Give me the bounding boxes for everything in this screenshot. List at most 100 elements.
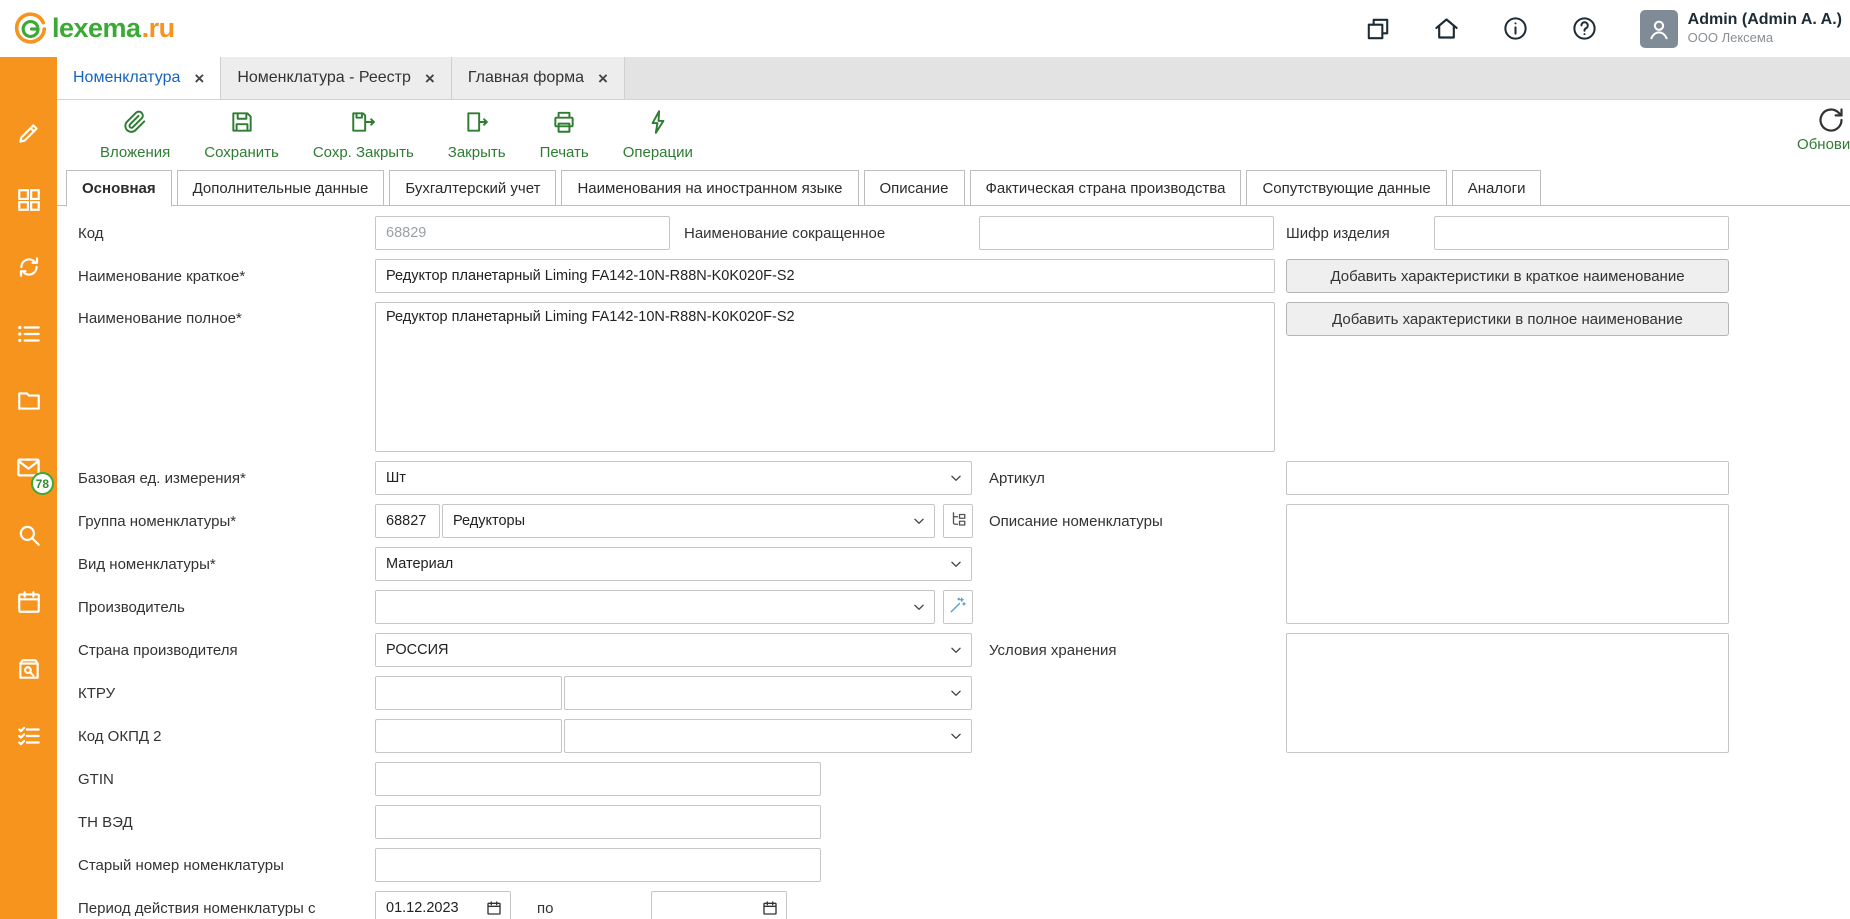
code-input[interactable]	[375, 216, 670, 250]
kind-value: Материал	[386, 556, 453, 572]
period-to-date-input[interactable]	[651, 891, 787, 919]
list-icon[interactable]	[0, 300, 57, 367]
period-from-label: Период действия номенклатуры с	[78, 900, 375, 917]
subtab-dopolnitelnye-dannye[interactable]: Дополнительные данные	[177, 170, 385, 206]
gtin-input[interactable]	[375, 762, 821, 796]
subtab-fakticheskaya-strana[interactable]: Фактическая страна производства	[970, 170, 1242, 206]
operations-button[interactable]: Операции	[606, 109, 710, 161]
okpd2-code-input[interactable]	[375, 719, 562, 753]
chevron-down-icon	[949, 557, 963, 571]
calendar-icon	[762, 900, 778, 916]
period-from-value: 01.12.2023	[386, 900, 459, 916]
old-number-input[interactable]	[375, 848, 821, 882]
close-button[interactable]: Закрыть	[431, 109, 523, 161]
manufacturer-select[interactable]	[375, 590, 935, 624]
full-name-textarea[interactable]: Редуктор планетарный Liming FA142-10N-R8…	[375, 302, 1275, 452]
mail-icon[interactable]: 78	[0, 434, 57, 501]
form-row: ТН ВЭД	[78, 805, 1850, 839]
refresh-icon	[1817, 106, 1845, 134]
code-label: Код	[78, 225, 375, 242]
audit-icon[interactable]	[0, 635, 57, 702]
tnved-input[interactable]	[375, 805, 821, 839]
description-textarea[interactable]	[1286, 504, 1729, 624]
add-characteristics-full-button[interactable]: Добавить характеристики в полное наимено…	[1286, 302, 1729, 336]
tab-label: Номенклатура - Реестр	[237, 69, 411, 87]
close-icon[interactable]: ×	[598, 70, 608, 87]
tab-nomenklatura-reestr[interactable]: Номенклатура - Реестр ×	[221, 57, 452, 99]
subtab-soputstvuyushchie-dannye[interactable]: Сопутствующие данные	[1246, 170, 1446, 206]
country-select[interactable]: РОССИЯ	[375, 633, 972, 667]
subtab-buhgalterskiy-uchet[interactable]: Бухгалтерский учет	[389, 170, 556, 206]
base-unit-value: Шт	[386, 470, 406, 486]
gtin-label: GTIN	[78, 771, 375, 788]
edit-icon[interactable]	[0, 99, 57, 166]
group-label: Группа номенклатуры*	[78, 513, 375, 530]
okpd2-select[interactable]	[564, 719, 972, 753]
add-characteristics-short-button[interactable]: Добавить характеристики в краткое наимен…	[1286, 259, 1729, 293]
subtab-osnovnaya[interactable]: Основная	[66, 170, 172, 207]
short-alt-name-input[interactable]	[979, 216, 1274, 250]
save-close-button[interactable]: Сохр. Закрыть	[296, 109, 431, 161]
print-label: Печать	[540, 144, 589, 161]
tab-glavnaya-forma[interactable]: Главная форма ×	[452, 57, 625, 99]
manufacturer-wizard-button[interactable]	[943, 590, 973, 624]
refresh-button[interactable]: Обновить	[1771, 106, 1850, 153]
user-menu[interactable]: Admin (Admin A. A.) ООО Лексема	[1640, 10, 1842, 48]
article-input[interactable]	[1286, 461, 1729, 495]
lexema-logo[interactable]: lexema .ru	[14, 12, 175, 46]
cipher-input[interactable]	[1434, 216, 1729, 250]
close-icon[interactable]: ×	[194, 70, 204, 87]
calendar-icon[interactable]	[0, 568, 57, 635]
app-window: lexema .ru	[0, 0, 1850, 919]
print-button[interactable]: Печать	[523, 109, 606, 161]
tab-label: Главная форма	[468, 69, 584, 87]
main-area: Номенклатура × Номенклатура - Реестр × Г…	[57, 57, 1850, 919]
group-code-input[interactable]	[375, 504, 440, 538]
subtab-opisanie[interactable]: Описание	[864, 170, 965, 206]
lightning-icon	[645, 109, 671, 140]
tab-nomenklatura[interactable]: Номенклатура ×	[57, 57, 221, 99]
group-select[interactable]: Редукторы	[442, 504, 935, 538]
top-bar: lexema .ru	[0, 0, 1850, 57]
kind-select[interactable]: Материал	[375, 547, 972, 581]
short-name-input[interactable]	[375, 259, 1275, 293]
logo-text: lexema	[52, 13, 141, 44]
short-alt-name-label: Наименование сокращенное	[684, 216, 885, 250]
okpd2-label: Код ОКПД 2	[78, 728, 375, 745]
tab-label: Номенклатура	[73, 69, 180, 87]
full-name-label: Наименование полное*	[78, 302, 375, 327]
top-bar-actions: Admin (Admin A. A.) ООО Лексема	[1365, 10, 1842, 48]
attachments-button[interactable]: Вложения	[83, 109, 187, 161]
group-tree-button[interactable]	[943, 504, 973, 538]
modules-icon[interactable]	[0, 166, 57, 233]
ktru-code-input[interactable]	[375, 676, 562, 710]
save-button[interactable]: Сохранить	[187, 109, 296, 161]
storage-label: Условия хранения	[989, 633, 1117, 667]
base-unit-select[interactable]: Шт	[375, 461, 972, 495]
period-from-date-input[interactable]: 01.12.2023	[375, 891, 511, 919]
close-icon[interactable]: ×	[425, 70, 435, 87]
help-icon[interactable]	[1571, 15, 1598, 42]
sync-icon[interactable]	[0, 233, 57, 300]
home-icon[interactable]	[1433, 15, 1460, 42]
storage-textarea[interactable]	[1286, 633, 1729, 753]
nomenclature-form: Код Наименование краткое* Наименование п…	[57, 206, 1850, 910]
refresh-label: Обновить	[1797, 136, 1850, 153]
search-icon[interactable]	[0, 501, 57, 568]
country-value: РОССИЯ	[386, 642, 448, 658]
toolbar: Вложения Сохранить Сохр. Закрыть	[57, 100, 1850, 170]
document-tabs: Номенклатура × Номенклатура - Реестр × Г…	[57, 57, 1850, 100]
form-row: Период действия номенклатуры с 01.12.202…	[78, 891, 1850, 919]
subtab-inostranye-naimenovaniya[interactable]: Наименования на иностранном языке	[561, 170, 858, 206]
ktru-select[interactable]	[564, 676, 972, 710]
chevron-down-icon	[949, 471, 963, 485]
tasks-icon[interactable]	[0, 702, 57, 769]
old-number-label: Старый номер номенклатуры	[78, 857, 375, 874]
folder-icon[interactable]	[0, 367, 57, 434]
info-icon[interactable]	[1502, 15, 1529, 42]
windows-icon[interactable]	[1365, 16, 1391, 42]
form-subtabs: Основная Дополнительные данные Бухгалтер…	[57, 170, 1850, 206]
form-row: Старый номер номенклатуры	[78, 848, 1850, 882]
tnved-label: ТН ВЭД	[78, 814, 375, 831]
subtab-analogi[interactable]: Аналоги	[1452, 170, 1542, 206]
